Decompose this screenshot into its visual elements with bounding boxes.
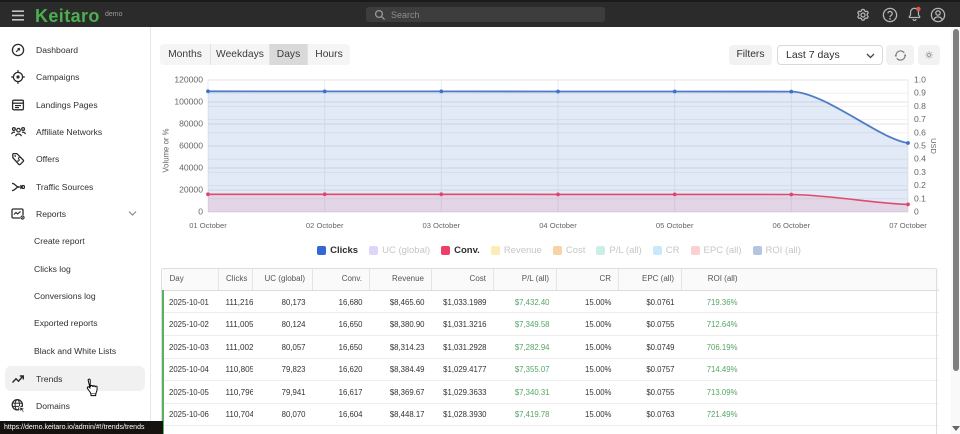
svg-text:0: 0 xyxy=(914,207,919,217)
svg-text:0.8: 0.8 xyxy=(914,101,926,111)
svg-text:80000: 80000 xyxy=(179,119,203,129)
svg-text:0.4: 0.4 xyxy=(914,154,926,164)
svg-text:0.3: 0.3 xyxy=(914,167,926,177)
svg-text:0.7: 0.7 xyxy=(914,114,926,124)
svg-text:03 October: 03 October xyxy=(423,221,461,230)
svg-text:01 October: 01 October xyxy=(189,221,227,230)
svg-text:02 October: 02 October xyxy=(306,221,344,230)
svg-text:USD: USD xyxy=(929,138,938,154)
svg-text:04 October: 04 October xyxy=(539,221,577,230)
svg-text:07 October: 07 October xyxy=(889,221,927,230)
svg-text:60000: 60000 xyxy=(179,141,203,151)
svg-text:1.0: 1.0 xyxy=(914,75,926,85)
svg-text:40000: 40000 xyxy=(179,163,203,173)
svg-text:0: 0 xyxy=(198,207,203,217)
svg-text:20000: 20000 xyxy=(179,185,203,195)
svg-text:0.1: 0.1 xyxy=(914,193,926,203)
svg-text:100000: 100000 xyxy=(174,97,203,107)
svg-text:0.2: 0.2 xyxy=(914,180,926,190)
svg-text:06 October: 06 October xyxy=(773,221,811,230)
svg-text:05 October: 05 October xyxy=(656,221,694,230)
svg-text:120000: 120000 xyxy=(174,75,203,85)
svg-text:0.6: 0.6 xyxy=(914,127,926,137)
svg-text:0.5: 0.5 xyxy=(914,141,926,151)
svg-text:Volume or %: Volume or % xyxy=(162,128,171,172)
svg-text:0.9: 0.9 xyxy=(914,88,926,98)
